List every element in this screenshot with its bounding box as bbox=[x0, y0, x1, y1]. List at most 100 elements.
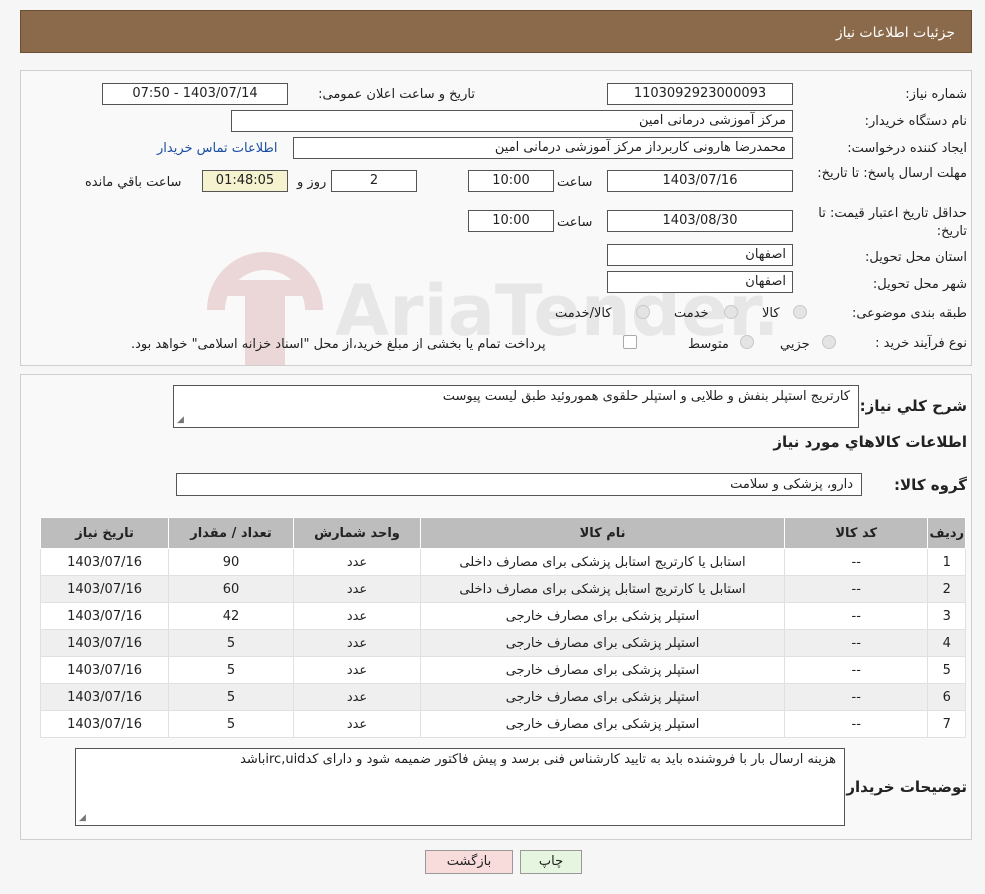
cell-unit: عدد bbox=[292, 683, 422, 711]
category-label: طبقه بندی موضوعی: bbox=[851, 306, 967, 321]
cell-row-num: 3 bbox=[927, 602, 966, 630]
table-row: 6 -- استپلر پزشکی برای مصارف خارجی عدد 5… bbox=[39, 683, 966, 711]
goods-group-field[interactable]: دارو، پزشکی و سلامت bbox=[176, 473, 862, 496]
cell-qty: 5 bbox=[168, 710, 294, 738]
resize-grip-icon[interactable]: ◢ bbox=[79, 813, 86, 823]
cell-date: 1403/07/16 bbox=[39, 575, 170, 603]
header-qty: تعداد / مقدار bbox=[168, 517, 294, 549]
requester-label: ایجاد کننده درخواست: bbox=[847, 141, 967, 156]
deadline-time-label: ساعت bbox=[557, 175, 593, 190]
cell-qty: 90 bbox=[168, 548, 294, 576]
cell-name: استابل یا کارتریج استابل پزشکی برای مصار… bbox=[420, 548, 785, 576]
validity-time-field[interactable]: 10:00 bbox=[468, 210, 554, 232]
cell-name: استپلر پزشکی برای مصارف خارجی bbox=[420, 683, 785, 711]
need-number-field[interactable]: 1103092923000093 bbox=[607, 83, 793, 105]
cell-unit: عدد bbox=[292, 629, 422, 657]
treasury-checkbox[interactable] bbox=[623, 335, 637, 349]
cell-unit: عدد bbox=[292, 602, 422, 630]
cell-name: استابل یا کارتریج استابل پزشکی برای مصار… bbox=[420, 575, 785, 603]
print-button[interactable]: چاپ bbox=[520, 850, 582, 874]
table-row: 1 -- استابل یا کارتریج استابل پزشکی برای… bbox=[39, 548, 966, 576]
deadline-time-field[interactable]: 10:00 bbox=[468, 170, 554, 192]
days-label: روز و bbox=[297, 175, 327, 190]
province-field[interactable]: اصفهان bbox=[607, 244, 793, 266]
cell-code: -- bbox=[783, 683, 929, 711]
category-service-label: خدمت bbox=[674, 306, 709, 321]
cell-code: -- bbox=[783, 656, 929, 684]
process-minor-label: جزيي bbox=[780, 337, 810, 352]
page-title: جزئیات اطلاعات نیاز bbox=[835, 25, 955, 41]
process-minor-radio[interactable] bbox=[822, 335, 836, 349]
cell-code: -- bbox=[783, 548, 929, 576]
cell-qty: 5 bbox=[168, 656, 294, 684]
remaining-time-field: 01:48:05 bbox=[202, 170, 288, 192]
resize-grip-icon[interactable]: ◢ bbox=[177, 415, 184, 425]
contact-info-link[interactable]: اطلاعات تماس خریدار bbox=[157, 141, 277, 156]
cell-qty: 5 bbox=[168, 629, 294, 657]
cell-unit: عدد bbox=[292, 575, 422, 603]
validity-time-label: ساعت bbox=[557, 215, 593, 230]
process-medium-radio[interactable] bbox=[740, 335, 754, 349]
cell-row-num: 7 bbox=[927, 710, 966, 738]
buyer-org-label: نام دستگاه خریدار: bbox=[864, 114, 967, 129]
city-label: شهر محل تحویل: bbox=[872, 277, 967, 292]
process-note: پرداخت تمام یا بخشی از مبلغ خرید،از محل … bbox=[131, 337, 546, 352]
cell-date: 1403/07/16 bbox=[39, 602, 170, 630]
city-field[interactable]: اصفهان bbox=[607, 271, 793, 293]
cell-unit: عدد bbox=[292, 548, 422, 576]
announce-field[interactable]: 1403/07/14 - 07:50 bbox=[102, 83, 288, 105]
category-goods-radio[interactable] bbox=[793, 305, 807, 319]
header-unit: واحد شمارش bbox=[292, 517, 422, 549]
buyer-org-field[interactable]: مرکز آموزشی درمانی امین bbox=[231, 110, 793, 132]
deadline-date-field[interactable]: 1403/07/16 bbox=[607, 170, 793, 192]
table-row: 4 -- استپلر پزشکی برای مصارف خارجی عدد 5… bbox=[39, 629, 966, 657]
need-number-label: شماره نیاز: bbox=[905, 87, 967, 102]
cell-row-num: 4 bbox=[927, 629, 966, 657]
buyer-notes-label: توضیحات خریدار: bbox=[840, 778, 967, 796]
page-header: جزئیات اطلاعات نیاز bbox=[20, 10, 972, 53]
cell-name: استپلر پزشکی برای مصارف خارجی bbox=[420, 656, 785, 684]
cell-row-num: 5 bbox=[927, 656, 966, 684]
process-medium-label: متوسط bbox=[688, 337, 729, 352]
deadline-label: مهلت ارسال پاسخ: تا تاریخ: bbox=[817, 166, 967, 181]
category-goods-service-label: کالا/خدمت bbox=[555, 306, 612, 321]
table-row: 3 -- استپلر پزشکی برای مصارف خارجی عدد 4… bbox=[39, 602, 966, 630]
buyer-notes-textarea[interactable]: هزینه ارسال بار با فروشنده باید به تایید… bbox=[75, 748, 845, 826]
summary-text: کارتریج استپلر بنفش و طلایی و استپلر حلق… bbox=[442, 389, 850, 404]
cell-row-num: 2 bbox=[927, 575, 966, 603]
cell-date: 1403/07/16 bbox=[39, 629, 170, 657]
announce-label: تاریخ و ساعت اعلان عمومی: bbox=[318, 87, 475, 102]
back-button[interactable]: بازگشت bbox=[425, 850, 513, 874]
table-row: 5 -- استپلر پزشکی برای مصارف خارجی عدد 5… bbox=[39, 656, 966, 684]
days-field[interactable]: 2 bbox=[331, 170, 417, 192]
province-label: استان محل تحویل: bbox=[865, 250, 967, 265]
summary-label: شرح کلي نياز: bbox=[859, 397, 967, 415]
goods-group-text: دارو، پزشکی و سلامت bbox=[730, 477, 853, 492]
goods-group-label: گروه کالا: bbox=[894, 476, 967, 494]
cell-name: استپلر پزشکی برای مصارف خارجی bbox=[420, 710, 785, 738]
cell-date: 1403/07/16 bbox=[39, 656, 170, 684]
remaining-label: ساعت باقي مانده bbox=[85, 175, 182, 190]
cell-name: استپلر پزشکی برای مصارف خارجی bbox=[420, 629, 785, 657]
category-goods-service-radio[interactable] bbox=[636, 305, 650, 319]
header-code: کد کالا bbox=[783, 517, 929, 549]
requester-field[interactable]: محمدرضا هارونی کاربرداز مرکز آموزشی درما… bbox=[293, 137, 793, 159]
cell-row-num: 1 bbox=[927, 548, 966, 576]
cell-qty: 5 bbox=[168, 683, 294, 711]
validity-label: حداقل تاریخ اعتبار قیمت: تا تاریخ: bbox=[818, 206, 967, 239]
category-goods-label: کالا bbox=[762, 306, 780, 321]
cell-code: -- bbox=[783, 575, 929, 603]
cell-qty: 42 bbox=[168, 602, 294, 630]
table-header-row: رديف کد کالا نام کالا واحد شمارش تعداد /… bbox=[39, 517, 966, 549]
cell-unit: عدد bbox=[292, 656, 422, 684]
validity-date-field[interactable]: 1403/08/30 bbox=[607, 210, 793, 232]
table-row: 2 -- استابل یا کارتریج استابل پزشکی برای… bbox=[39, 575, 966, 603]
buyer-notes-text: هزینه ارسال بار با فروشنده باید به تایید… bbox=[240, 752, 836, 767]
category-service-radio[interactable] bbox=[724, 305, 738, 319]
process-label: نوع فرآیند خرید : bbox=[875, 336, 967, 351]
cell-unit: عدد bbox=[292, 710, 422, 738]
cell-date: 1403/07/16 bbox=[39, 548, 170, 576]
cell-qty: 60 bbox=[168, 575, 294, 603]
summary-textarea[interactable]: کارتریج استپلر بنفش و طلایی و استپلر حلق… bbox=[173, 385, 859, 428]
header-row-num: رديف bbox=[927, 517, 966, 549]
